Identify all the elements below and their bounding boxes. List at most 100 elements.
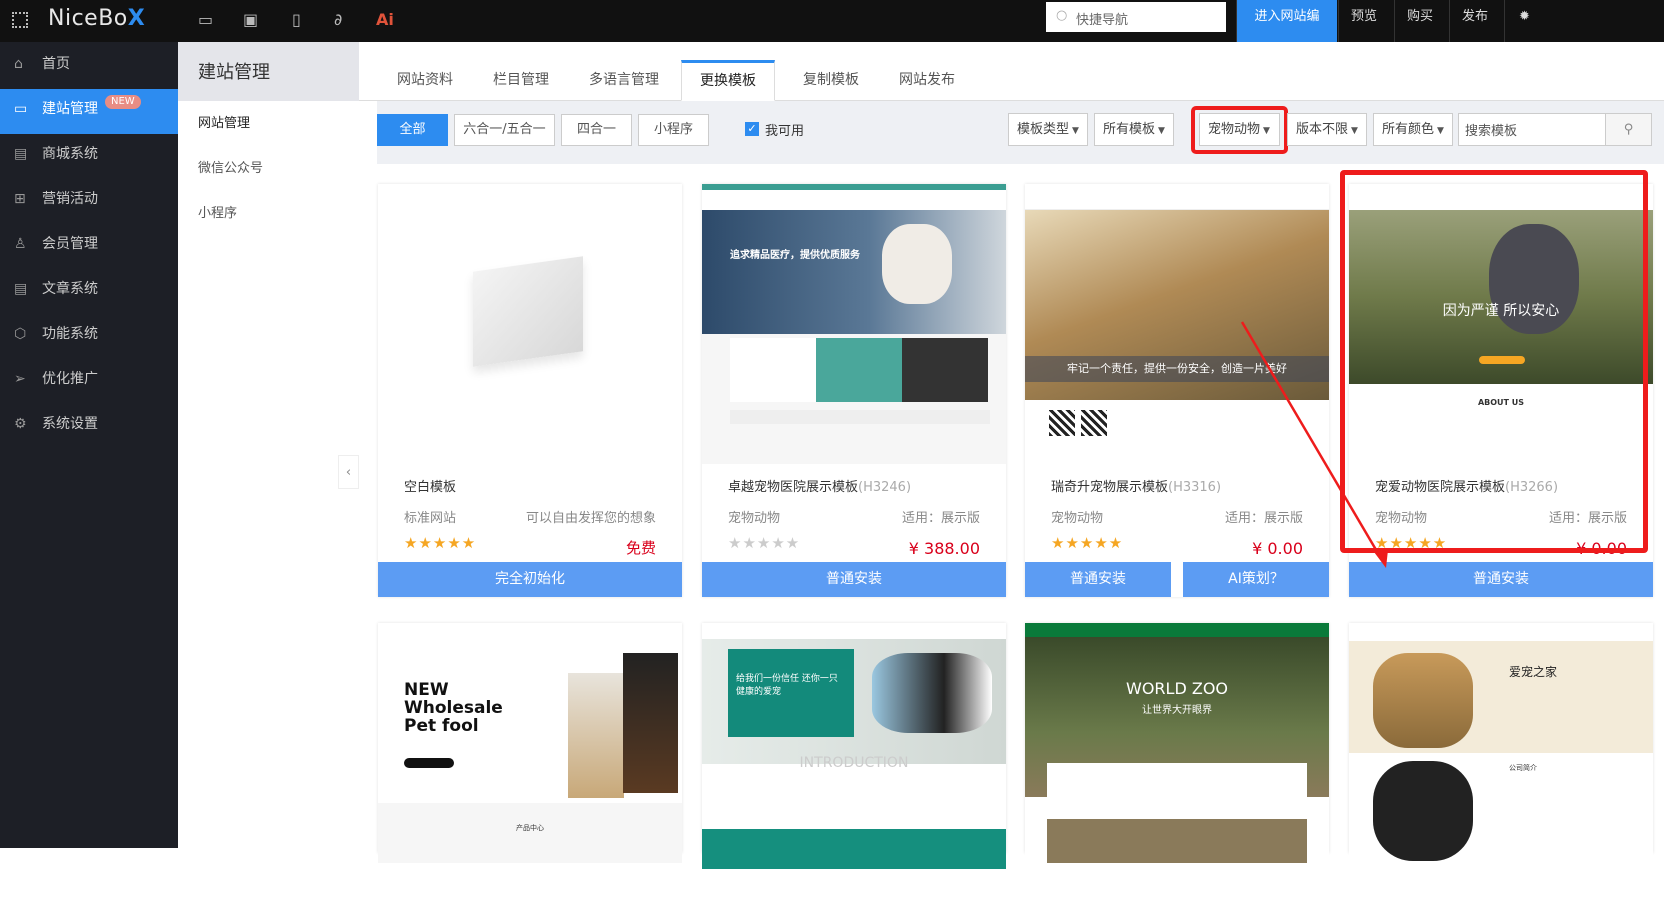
search-button[interactable]: ⚲ <box>1605 113 1652 146</box>
filter-4in1-button[interactable]: 四合一 <box>561 114 632 146</box>
template-thumbnail[interactable]: 爱宠之家 公司简介 <box>1349 623 1653 903</box>
logo: NiceBoX <box>48 6 146 31</box>
tab-columns[interactable]: 栏目管理 <box>475 60 567 101</box>
sidebar-item-members[interactable]: ♙ 会员管理 <box>0 224 178 269</box>
sidebar-item-seo[interactable]: ➢ 优化推广 <box>0 359 178 404</box>
install-button[interactable]: 普通安装 <box>1025 562 1171 597</box>
template-thumbnail[interactable]: WORLD ZOO 让世界大开眼界 <box>1025 623 1329 903</box>
preview-button[interactable]: 预览 <box>1338 0 1389 42</box>
dropdown-label: 版本不限 <box>1296 122 1349 137</box>
full-initialize-button[interactable]: 完全初始化 <box>378 562 682 597</box>
sub-navigation: 建站管理 网站管理 微信公众号 小程序 <box>178 42 359 848</box>
site-icon: ▭ <box>14 101 28 117</box>
template-card: 空白模板 标准网站 可以自由发挥您的想象 ★★★★★ 免费 完全初始化 <box>378 184 682 597</box>
tab-languages[interactable]: 多语言管理 <box>571 60 677 101</box>
color-dropdown[interactable]: 所有颜色 ▼ <box>1373 113 1453 146</box>
version-dropdown[interactable]: 版本不限 ▼ <box>1287 113 1367 146</box>
filter-bar: 全部 六合一/五合一 四合一 小程序 ✓ 我可用 模板类型 ▼ 所有模板 ▼ 宠物动… <box>377 101 1664 164</box>
template-category: 宠物动物 <box>728 511 781 526</box>
gear-icon: ⚙ <box>14 416 27 432</box>
template-name: 瑞奇升宠物展示模板(H3316) <box>1051 480 1222 495</box>
mobile-icon[interactable]: ▯ <box>292 10 301 29</box>
enter-edit-button[interactable]: 进入网站编辑 <box>1236 0 1337 58</box>
collapse-subnav-button[interactable]: ‹ <box>338 455 359 489</box>
install-button[interactable]: 普通安装 <box>702 562 1006 597</box>
template-thumbnail[interactable] <box>378 184 682 464</box>
caret-down-icon: ▼ <box>1351 126 1358 136</box>
desktop-icon[interactable]: ▭ <box>198 10 213 29</box>
caret-down-icon: ▼ <box>1437 126 1444 136</box>
caret-down-icon: ▼ <box>1072 126 1079 136</box>
template-card: 爱宠之家 公司简介 <box>1349 623 1653 903</box>
tab-bar: 网站资料 栏目管理 多语言管理 更换模板 复制模板 网站发布 <box>359 42 1664 101</box>
dropdown-label: 模板类型 <box>1017 122 1070 137</box>
sidebar-item-label: 建站管理 <box>42 101 98 117</box>
template-card: 给我们一份信任 还你一只健康的爱宠 INTRODUCTION <box>702 623 1006 903</box>
sidebar-item-label: 优化推广 <box>42 371 98 387</box>
sidebar-item-site-management[interactable]: ▭ 建站管理 NEW <box>0 89 178 134</box>
apps-grid-icon[interactable] <box>12 12 28 28</box>
ai-icon[interactable]: Ai <box>376 10 394 29</box>
available-checkbox[interactable]: ✓ <box>745 122 759 136</box>
subnav-title: 建站管理 <box>178 42 359 101</box>
rating-stars: ★★★★★ <box>404 534 477 552</box>
sidebar-item-home[interactable]: ⌂ 首页 <box>0 44 178 89</box>
filter-all-button[interactable]: 全部 <box>377 114 448 146</box>
users-icon: ♙ <box>14 236 27 252</box>
thumb-headline: 牢记一个责任，提供一份安全，创造一片美好 <box>1025 356 1329 382</box>
subnav-item-wechat[interactable]: 微信公众号 <box>178 146 359 191</box>
sidebar-item-label: 会员管理 <box>42 236 98 252</box>
template-applies: 适用：展示版 <box>1224 511 1303 526</box>
filter-6in1-button[interactable]: 六合一/五合一 <box>454 114 555 146</box>
tablet-icon[interactable]: ▣ <box>243 10 258 29</box>
all-templates-dropdown[interactable]: 所有模板 ▼ <box>1094 113 1174 146</box>
template-price: 免费 <box>625 539 656 557</box>
highlight-box <box>1340 170 1648 553</box>
home-icon: ⌂ <box>14 56 23 72</box>
tab-copy-template[interactable]: 复制模板 <box>785 60 877 101</box>
install-button[interactable]: 普通安装 <box>1349 562 1653 597</box>
sidebar-item-shop[interactable]: ▤ 商城系统 <box>0 134 178 179</box>
ai-plan-button[interactable]: AI策划？ <box>1183 562 1329 597</box>
tab-change-template[interactable]: 更换模板 <box>681 60 775 101</box>
template-name: 空白模板 <box>404 480 457 495</box>
sidebar-item-label: 系统设置 <box>42 416 98 432</box>
subnav-item-site[interactable]: 网站管理 <box>178 101 359 146</box>
send-icon: ➢ <box>14 371 26 387</box>
empty-box-image <box>473 256 583 367</box>
highlight-box <box>1191 106 1288 154</box>
quick-nav-search[interactable]: ○ 快捷导航 <box>1046 2 1226 32</box>
available-label: 我可用 <box>765 124 805 139</box>
filter-miniprogram-button[interactable]: 小程序 <box>638 114 709 146</box>
top-bar: NiceBoX ▭ ▣ ▯ ∂ Ai ○ 快捷导航 进入网站编辑 预览 购买 发布… <box>0 0 1664 58</box>
sidebar-item-marketing[interactable]: ⊞ 营销活动 <box>0 179 178 224</box>
sidebar-item-functions[interactable]: ⬡ 功能系统 <box>0 314 178 359</box>
sidebar-item-articles[interactable]: ▤ 文章系统 <box>0 269 178 314</box>
sidebar-item-label: 文章系统 <box>42 281 98 297</box>
dropdown-label: 所有模板 <box>1103 122 1156 137</box>
account-menu[interactable]: ✹ box3633701676218791 <box>1504 0 1664 58</box>
template-thumbnail[interactable]: 牢记一个责任，提供一份安全，创造一片美好 <box>1025 184 1329 464</box>
template-category: 标准网站 <box>404 511 457 526</box>
sidebar-item-label: 功能系统 <box>42 326 98 342</box>
template-thumbnail[interactable]: 给我们一份信任 还你一只健康的爱宠 INTRODUCTION <box>702 623 1006 903</box>
template-search-input[interactable]: 搜索模板 <box>1458 113 1606 146</box>
template-thumbnail[interactable]: 追求精品医疗，提供优质服务 <box>702 184 1006 464</box>
thumb-subheading: 公司简介 <box>1509 764 1537 772</box>
template-type-dropdown[interactable]: 模板类型 ▼ <box>1008 113 1088 146</box>
buy-button[interactable]: 购买 <box>1394 0 1445 42</box>
sidebar-item-label: 首页 <box>42 56 70 72</box>
subnav-item-miniprogram[interactable]: 小程序 <box>178 191 359 236</box>
template-card: WORLD ZOO 让世界大开眼界 <box>1025 623 1329 903</box>
sidebar: ⌂ 首页 ▭ 建站管理 NEW ▤ 商城系统 ⊞ 营销活动 ♙ 会员管理 ▤ 文章系统 ⬡ 功能… <box>0 42 178 848</box>
template-thumbnail[interactable]: NEW Wholesale Pet fool 产品中心 <box>378 623 682 903</box>
thumb-headline: 追求精品医疗，提供优质服务 <box>730 250 860 261</box>
tab-site-info[interactable]: 网站资料 <box>379 60 471 101</box>
template-applies: 可以自由发挥您的想象 <box>525 511 656 526</box>
search-icon: ○ <box>1056 8 1068 23</box>
link-icon[interactable]: ∂ <box>334 10 342 29</box>
sidebar-item-settings[interactable]: ⚙ 系统设置 <box>0 404 178 449</box>
publish-button[interactable]: 发布 <box>1449 0 1500 42</box>
tab-publish[interactable]: 网站发布 <box>881 60 973 101</box>
cube-icon: ⬡ <box>14 326 27 342</box>
